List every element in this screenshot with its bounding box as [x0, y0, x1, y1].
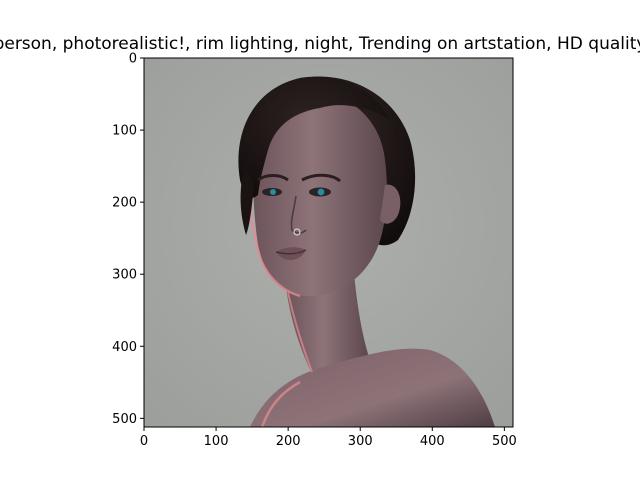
y-tick-label: 500	[112, 412, 137, 427]
x-axis: 0 100 200 300 400 500	[140, 427, 517, 449]
y-tick-label: 400	[112, 340, 137, 355]
y-axis: 0 100 200 300 400 500	[112, 52, 144, 427]
y-tick-label: 200	[112, 196, 137, 211]
portrait-image	[144, 58, 513, 427]
figure: person, photorealistic!, rim lighting, n…	[0, 0, 640, 480]
x-tick-label: 400	[420, 434, 445, 449]
x-tick-label: 0	[140, 434, 148, 449]
y-tick-label: 300	[112, 268, 137, 283]
x-tick-label: 500	[492, 434, 517, 449]
right-iris	[317, 188, 325, 196]
left-iris	[270, 189, 276, 195]
x-tick-label: 300	[348, 434, 373, 449]
y-tick-label: 0	[129, 52, 137, 67]
figure-title: person, photorealistic!, rim lighting, n…	[0, 34, 640, 54]
figure-canvas: person, photorealistic!, rim lighting, n…	[0, 34, 640, 449]
x-tick-label: 200	[276, 434, 301, 449]
x-tick-label: 100	[204, 434, 229, 449]
y-tick-label: 100	[112, 124, 137, 139]
